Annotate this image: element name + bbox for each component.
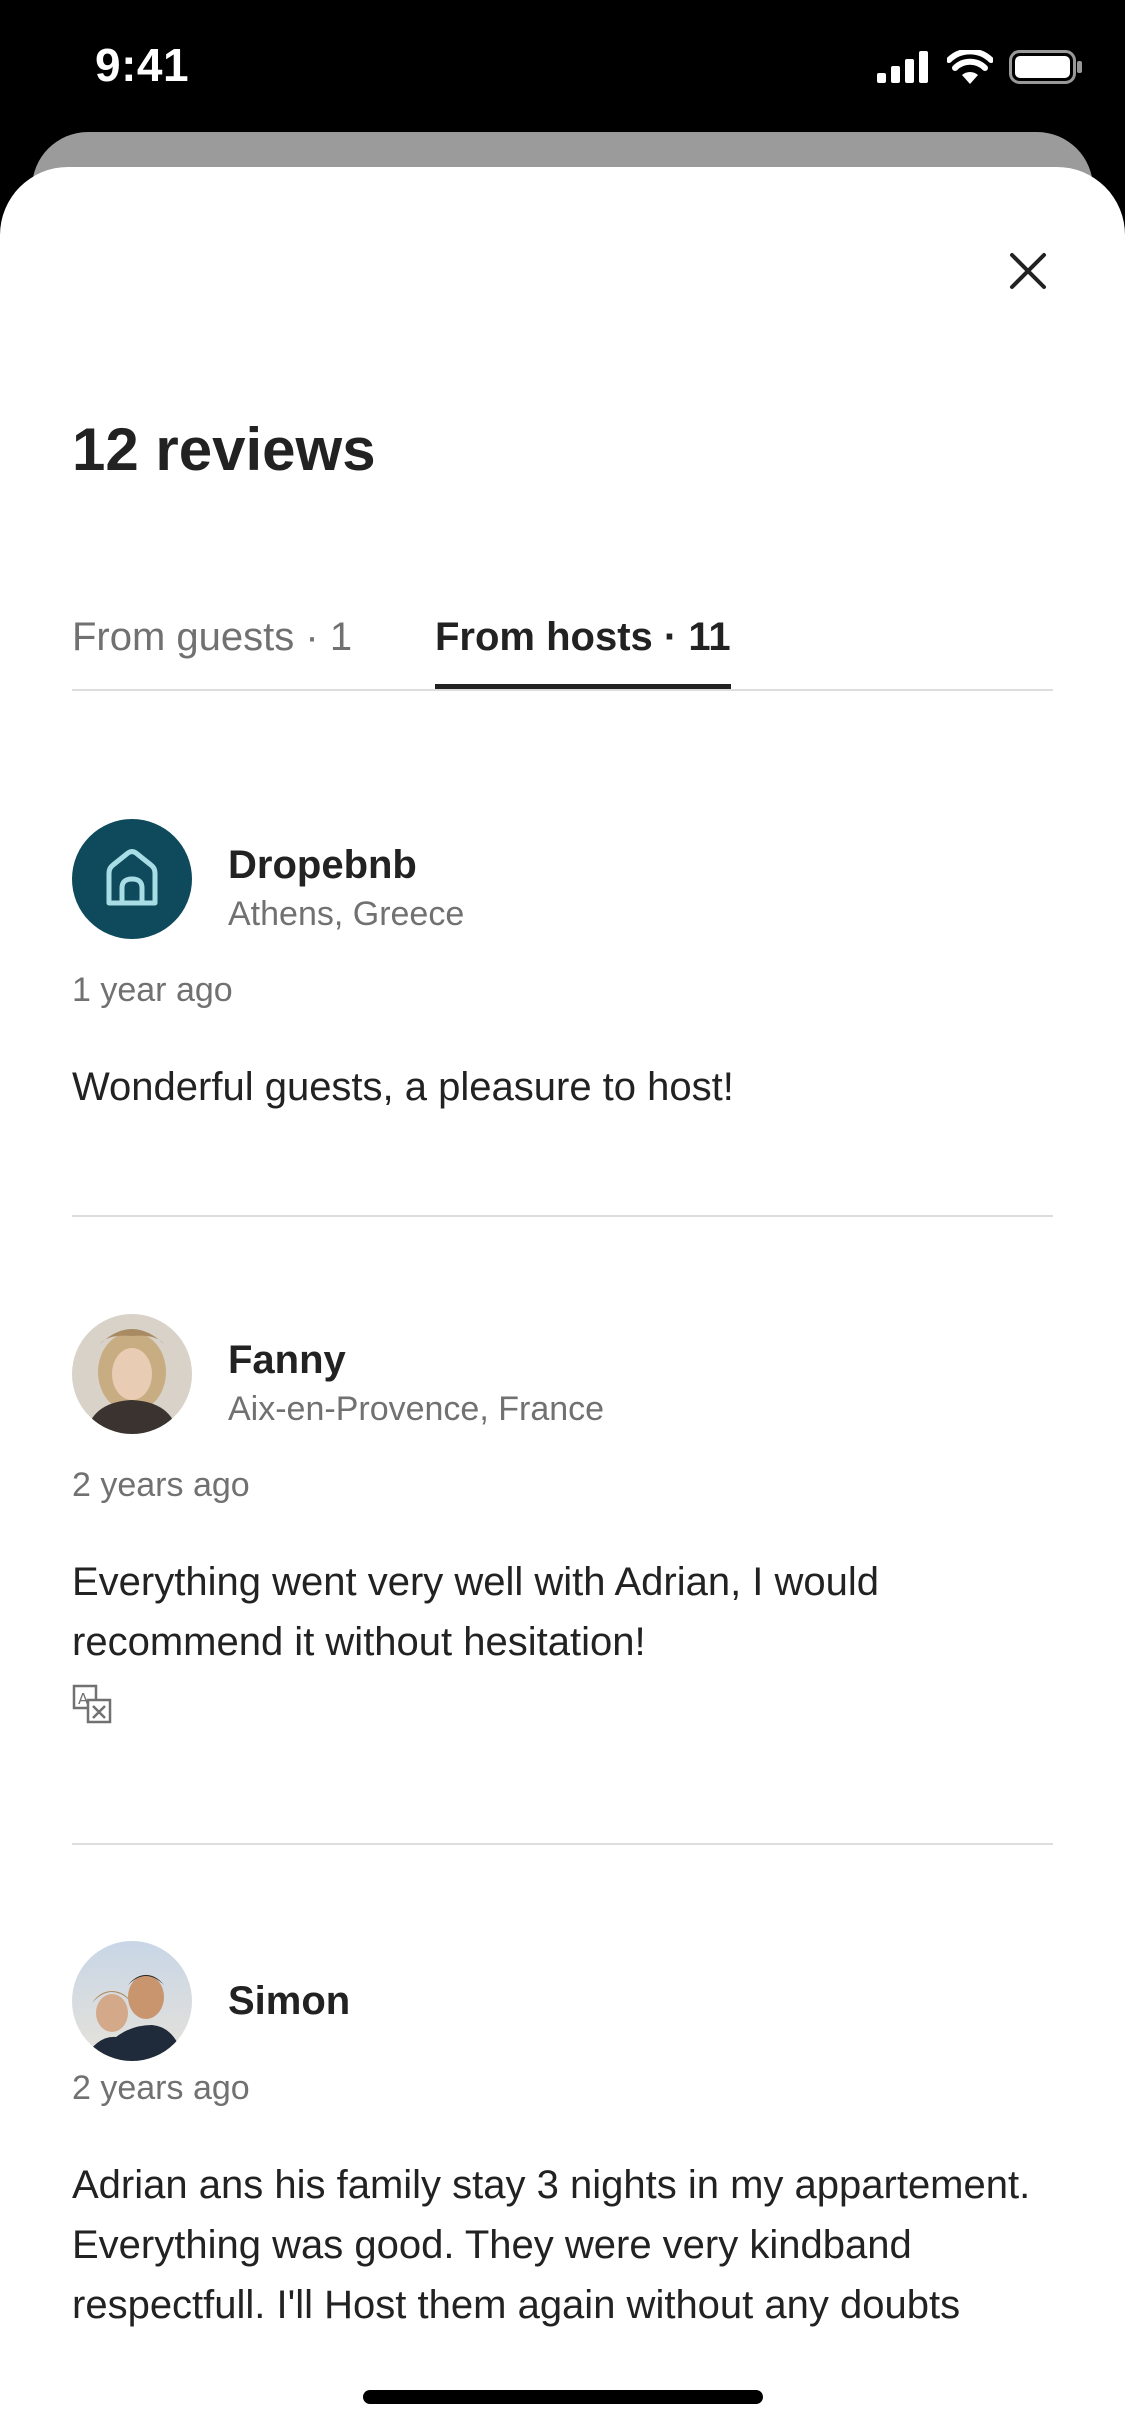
reviewer-location: Aix-en-Provence, France — [228, 1390, 605, 1428]
review-text: Wonderful guests, a pleasure to host! — [72, 1065, 734, 1109]
translate-button[interactable]: A — [72, 1684, 112, 1724]
review-time: 2 years ago — [72, 2069, 250, 2107]
review-time: 1 year ago — [72, 971, 233, 1009]
divider — [72, 1843, 1053, 1845]
reviewer-name: Fanny — [228, 1338, 346, 1382]
user-avatar[interactable] — [72, 1314, 192, 1434]
user-avatar[interactable] — [72, 1941, 192, 2061]
reviewer-name: Dropebnb — [228, 843, 417, 887]
house-logo-icon — [106, 849, 158, 906]
review-item: Dropebnb Athens, Greece 1 year ago Wonde… — [72, 819, 1053, 1239]
cellular-signal-icon — [877, 51, 928, 83]
review-item: Fanny Aix-en-Provence, France 2 years ag… — [72, 1314, 1053, 1794]
close-button[interactable] — [996, 239, 1060, 303]
reviews-sheet: 12 reviews From guests · 1 From hosts · … — [0, 167, 1125, 2436]
host-avatar[interactable] — [72, 819, 192, 939]
review-item: Simon 2 years ago Adrian ans his family … — [72, 1941, 1053, 2436]
reviewer-name: Simon — [228, 1979, 351, 2023]
review-time: 2 years ago — [72, 1466, 250, 1504]
review-text: Everything went very well with Adrian, I… — [72, 1560, 880, 1664]
user-photo-icon — [72, 1941, 192, 2061]
reviewer-location: Athens, Greece — [228, 895, 465, 933]
translate-icon: A — [72, 1684, 112, 1724]
status-bar: 9:41 — [0, 0, 1125, 132]
wifi-icon — [947, 50, 993, 84]
tab-from-guests[interactable]: From guests · 1 — [72, 607, 352, 687]
review-text: Adrian ans his family stay 3 nights in m… — [72, 2163, 1031, 2327]
user-photo-icon — [72, 1314, 192, 1434]
page-title: 12 reviews — [72, 416, 376, 483]
status-time: 9:41 — [95, 39, 190, 91]
home-indicator[interactable] — [363, 2390, 763, 2404]
review-tabs: From guests · 1 From hosts · 11 — [72, 607, 1053, 691]
status-icons — [877, 50, 1083, 84]
battery-icon — [1009, 50, 1082, 84]
divider — [72, 1215, 1053, 1217]
tab-from-hosts[interactable]: From hosts · 11 — [435, 607, 731, 689]
close-icon — [1010, 253, 1046, 289]
